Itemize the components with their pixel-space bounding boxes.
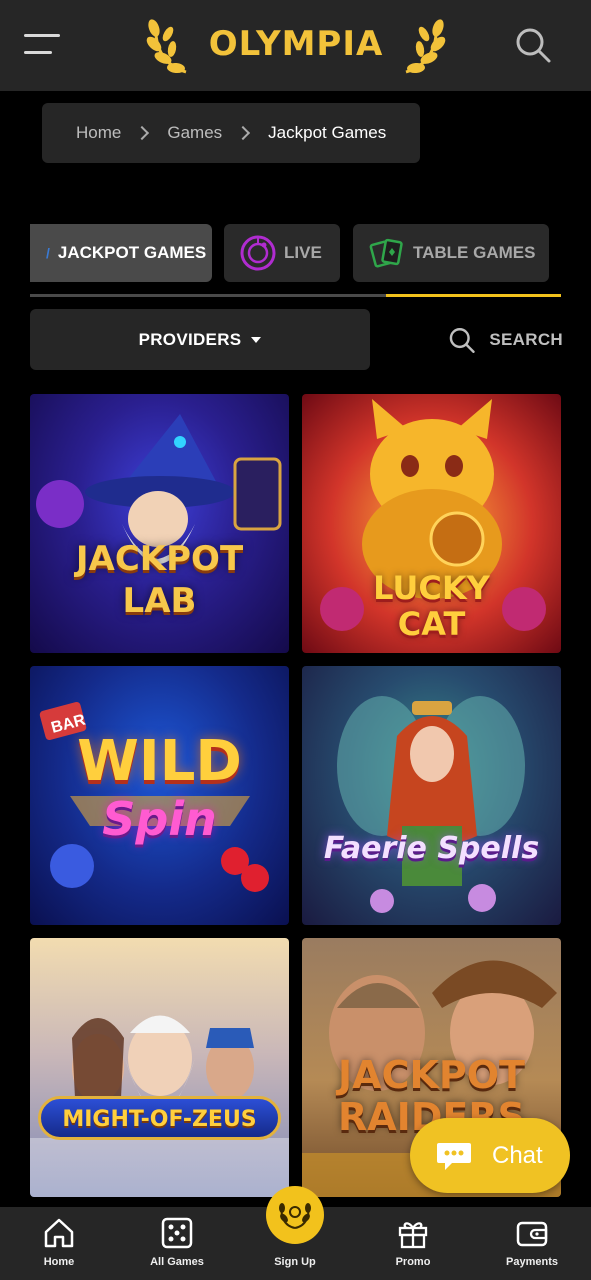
olympia-logo[interactable]: OLYMPIA [146, 14, 446, 76]
search-icon[interactable] [514, 26, 552, 64]
sign-up-button[interactable] [266, 1186, 324, 1244]
caret-down-icon [251, 336, 262, 343]
search-icon [449, 328, 475, 353]
home-icon [44, 1218, 74, 1248]
tab-label: TABLE GAMES [413, 243, 536, 262]
chat-button[interactable]: Chat [410, 1118, 570, 1193]
laurel-icon [279, 1203, 311, 1229]
hamburger-menu-icon[interactable] [24, 34, 60, 56]
game-tile-faerie-spells[interactable]: Faerie Spells [302, 666, 561, 925]
game-title: MIGHT-OF-ZEUS [38, 1096, 281, 1140]
tab-label: JACKPOT GAMES [57, 243, 207, 262]
tab-jackpot-games[interactable]: / JACKPOT GAMES [30, 224, 212, 282]
game-title: JACKPOT [338, 1053, 525, 1097]
laurel-icon [405, 19, 446, 74]
zeus-artwork [30, 1015, 289, 1197]
providers-label: PROVIDERS [138, 329, 242, 349]
nav-label: Sign Up [274, 1256, 316, 1268]
nav-payments[interactable]: Payments [482, 1207, 582, 1280]
nav-promo[interactable]: Promo [363, 1207, 463, 1280]
game-title: WILD [77, 729, 242, 794]
tab-label: LIVE [284, 243, 322, 262]
tab-table-games[interactable]: TABLE GAMES [353, 224, 549, 282]
game-title: CAT [397, 605, 466, 643]
nav-label: Payments [506, 1256, 558, 1268]
tabs-scroll-indicator [30, 294, 561, 297]
game-title: Spin [102, 792, 217, 846]
game-title: JACKPOT [75, 539, 244, 579]
game-tile-wild-spin[interactable]: BAR WILD Spin [30, 666, 289, 925]
tab-live[interactable]: LIVE [224, 224, 340, 282]
chevron-right-icon [135, 125, 150, 141]
game-title: LUCKY [373, 569, 490, 607]
breadcrumb-home[interactable]: Home [76, 123, 121, 143]
game-tile-might-of-zeus[interactable]: MIGHT-OF-ZEUS [30, 938, 289, 1197]
top-header: OLYMPIA [0, 0, 591, 91]
roulette-icon [240, 235, 276, 271]
chevron-right-icon [236, 125, 251, 141]
breadcrumb: Home Games Jackpot Games [42, 103, 420, 163]
nav-label: All Games [150, 1256, 204, 1268]
nav-label: Home [43, 1256, 75, 1268]
jackpot-icon: / [46, 245, 50, 261]
game-tile-jackpot-lab[interactable]: JACKPOT LAB [30, 394, 289, 653]
chat-label: Chat [492, 1141, 543, 1169]
breadcrumb-games[interactable]: Games [167, 123, 222, 143]
search-label: SEARCH [489, 330, 563, 349]
gift-icon [398, 1222, 428, 1249]
breadcrumb-current: Jackpot Games [268, 123, 387, 142]
game-tile-lucky-cat[interactable]: LUCKY CAT [302, 394, 561, 653]
providers-dropdown[interactable]: PROVIDERS [30, 309, 370, 370]
nav-all-games[interactable]: All Games [127, 1207, 227, 1280]
dice-icon [161, 1217, 193, 1249]
nav-home[interactable]: Home [9, 1207, 109, 1280]
nav-label: Promo [395, 1256, 431, 1268]
laurel-icon [146, 19, 187, 74]
cards-icon [369, 238, 403, 268]
game-title: Faerie Spells [323, 831, 540, 866]
game-title: LAB [122, 581, 197, 621]
search-games-button[interactable]: SEARCH [448, 320, 563, 360]
category-tabs: / JACKPOT GAMES LIVE TABLE GAMES [30, 224, 561, 282]
faerie-artwork [337, 696, 525, 913]
chat-bubble-icon [437, 1142, 471, 1170]
scroll-indicator-fill [385, 294, 561, 297]
brand-name: OLYMPIA [208, 24, 384, 64]
wallet-icon [516, 1221, 548, 1247]
